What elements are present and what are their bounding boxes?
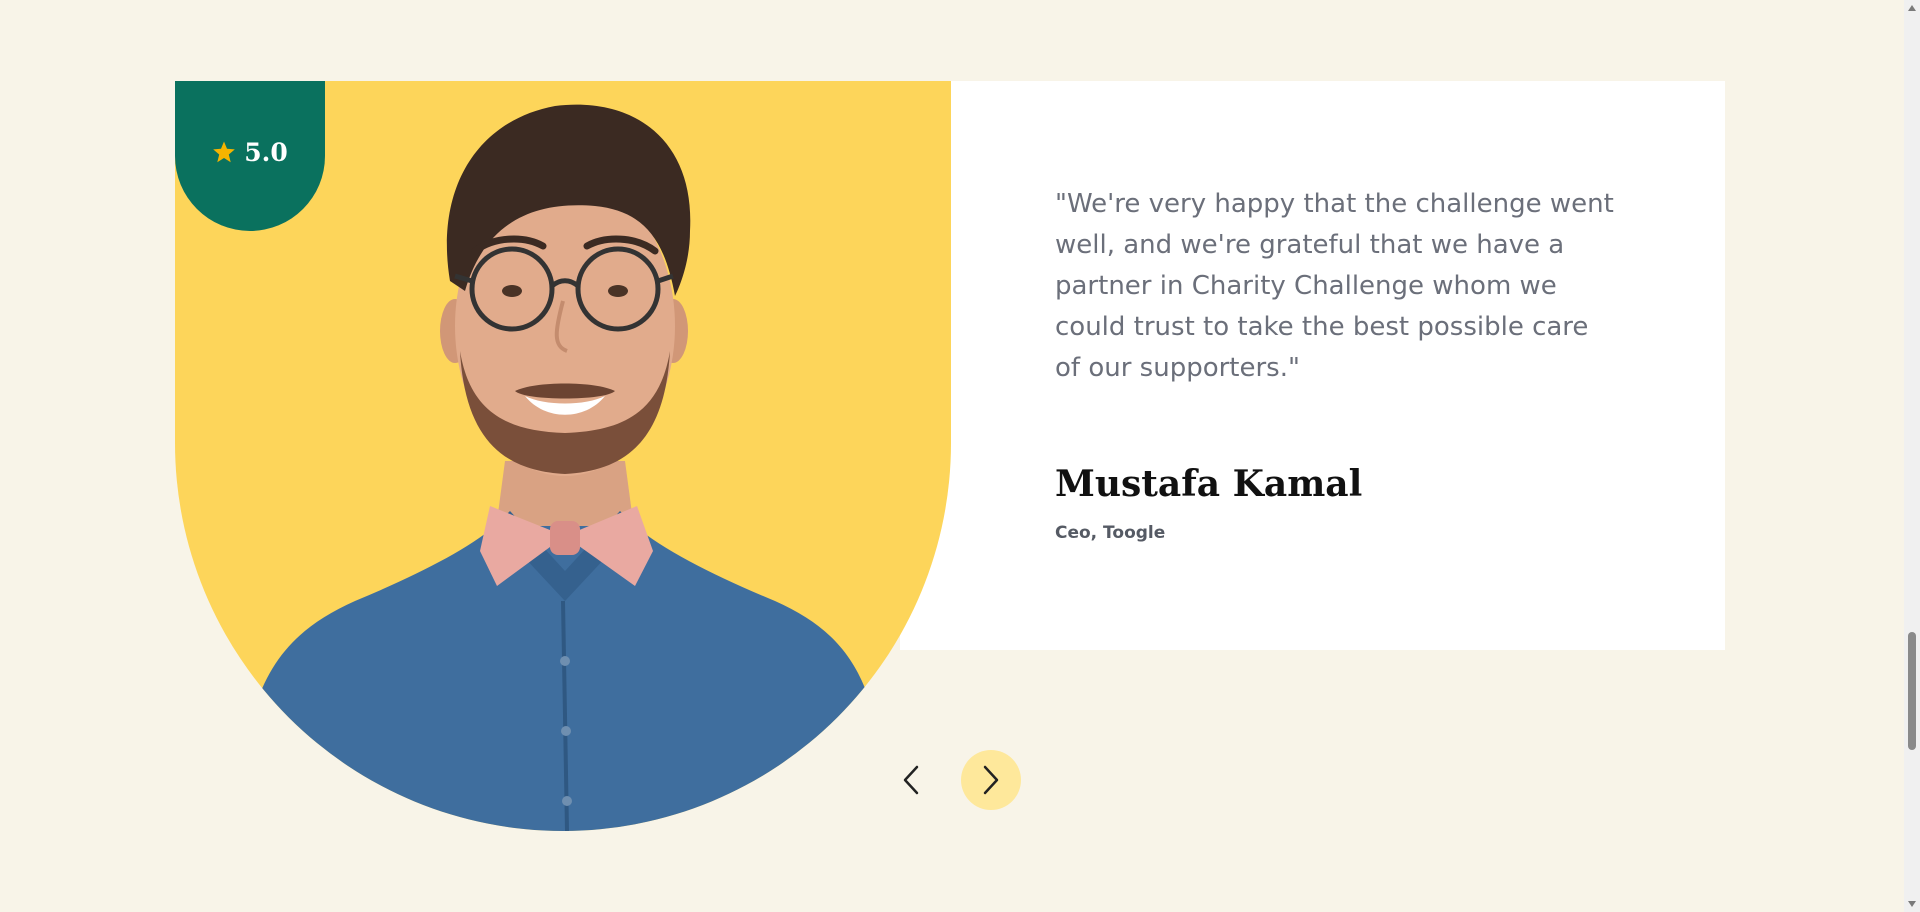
scroll-up-icon[interactable] <box>1907 3 1917 13</box>
author-name: Mustafa Kamal <box>1055 463 1363 505</box>
scroll-down-icon[interactable] <box>1907 899 1917 909</box>
chevron-left-icon <box>903 765 919 795</box>
author-role: Ceo, Toogle <box>1055 523 1166 543</box>
testimonial-card: "We're very happy that the challenge wen… <box>900 81 1725 650</box>
testimonial-quote: "We're very happy that the challenge wen… <box>1055 189 1614 383</box>
next-testimonial-button[interactable] <box>961 750 1021 810</box>
vertical-scrollbar[interactable] <box>1904 0 1920 912</box>
star-icon <box>213 141 236 163</box>
testimonial-section: "We're very happy that the challenge wen… <box>0 0 1920 912</box>
rating-badge: 5.0 <box>175 81 325 231</box>
previous-testimonial-button[interactable] <box>881 750 941 810</box>
rating-value: 5.0 <box>244 137 288 167</box>
scrollbar-thumb[interactable] <box>1908 632 1916 750</box>
chevron-right-icon <box>983 765 999 795</box>
